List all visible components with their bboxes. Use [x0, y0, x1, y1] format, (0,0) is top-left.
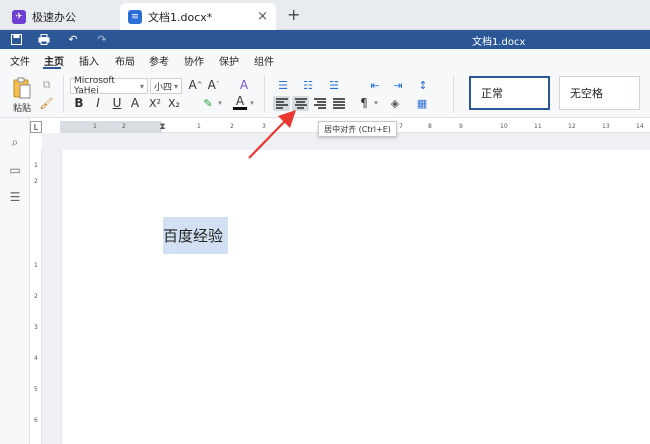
- ruler-tick-label: 8: [428, 123, 432, 130]
- ruler-tick-label: 1: [34, 262, 38, 269]
- comment-icon[interactable]: ▭: [8, 163, 22, 177]
- tab-document-label: 文档1.docx*: [148, 10, 213, 24]
- document-icon: ≡: [128, 9, 142, 24]
- underline-button[interactable]: U: [110, 96, 124, 110]
- ruler-tick-label: 13: [602, 123, 610, 130]
- justify-button[interactable]: [330, 96, 347, 111]
- chevron-down-icon: ▾: [173, 81, 178, 91]
- app-logo-icon: ✈: [12, 9, 26, 24]
- tab-app-home[interactable]: ✈ 极速办公: [4, 3, 120, 30]
- ruler-tick-label: 7: [399, 123, 403, 130]
- annotation-arrow-icon: [248, 110, 296, 159]
- paste-icon[interactable]: [11, 76, 33, 100]
- format-painter-icon[interactable]: 🖌: [40, 97, 54, 110]
- font-name-select[interactable]: Microsoft YaHei ▾: [70, 76, 148, 96]
- chevron-down-icon[interactable]: ▾: [216, 98, 224, 108]
- ruler-tick-label: 12: [568, 123, 576, 130]
- highlight-color-icon[interactable]: ✎: [200, 96, 216, 110]
- borders-icon[interactable]: ▦: [414, 96, 430, 110]
- style-no-spacing-label: 无空格: [570, 87, 603, 100]
- menu-reference[interactable]: 参考: [149, 53, 169, 68]
- save-icon[interactable]: [8, 32, 24, 47]
- chevron-down-icon[interactable]: ▾: [248, 98, 256, 108]
- paste-label: 粘贴: [12, 103, 31, 114]
- selected-text[interactable]: 百度经验: [163, 217, 228, 254]
- navigation-icon[interactable]: ☰: [8, 190, 22, 204]
- menu-layout[interactable]: 布局: [115, 53, 135, 68]
- font-name-value: Microsoft YaHei: [74, 76, 115, 96]
- chevron-down-icon: ▾: [139, 81, 144, 91]
- style-no-spacing[interactable]: 无空格: [559, 76, 640, 110]
- ruler-tick-label: 1: [197, 123, 201, 130]
- numbered-list-icon[interactable]: ☷: [298, 78, 318, 92]
- active-menu-indicator: [43, 67, 61, 69]
- font-size-value: 小四: [154, 82, 173, 93]
- clear-style-icon[interactable]: A: [237, 78, 251, 92]
- align-right-button[interactable]: [311, 96, 328, 111]
- search-icon[interactable]: ⌕: [8, 135, 22, 149]
- document-page[interactable]: [61, 150, 650, 444]
- ruler-tick-label: 9: [459, 123, 463, 130]
- shading-icon[interactable]: ◈: [387, 96, 403, 110]
- italic-button[interactable]: I: [91, 96, 105, 110]
- justify-icon: [332, 97, 346, 110]
- menu-home[interactable]: 主页: [44, 53, 64, 68]
- align-center-tooltip: 居中对齐 (Ctrl+E): [318, 121, 397, 137]
- decrease-indent-icon[interactable]: ⇤: [367, 78, 383, 92]
- ruler-tick-label: 10: [500, 123, 508, 130]
- ruler-tick-label: 2: [34, 293, 38, 300]
- left-tool-panel: ⌕ ▭ ☰: [0, 118, 30, 444]
- ruler-tick-label: 4: [34, 355, 38, 362]
- undo-icon[interactable]: ↶: [65, 32, 81, 47]
- paragraph-mark-button[interactable]: ¶: [357, 96, 371, 110]
- ruler-tick-label: 2: [122, 123, 126, 130]
- print-icon[interactable]: [36, 32, 52, 47]
- ruler-tick-label: 5: [34, 386, 38, 393]
- tab-document[interactable]: ≡ 文档1.docx* ×: [120, 3, 276, 30]
- menu-collaborate[interactable]: 协作: [184, 53, 204, 68]
- style-normal[interactable]: 正常: [469, 76, 550, 110]
- ribbon-divider: [453, 75, 454, 113]
- multilevel-list-icon[interactable]: ☱: [324, 78, 344, 92]
- ribbon-divider: [63, 75, 64, 113]
- tab-app-home-label: 极速办公: [32, 10, 76, 24]
- increase-indent-icon[interactable]: ⇥: [390, 78, 406, 92]
- align-right-icon: [313, 97, 327, 110]
- ruler-tick-label: 1: [34, 162, 38, 169]
- window-title: 文档1.docx: [472, 37, 526, 48]
- menu-insert[interactable]: 插入: [79, 53, 99, 68]
- ruler-margin-left: [60, 121, 162, 133]
- copy-icon[interactable]: ⧉: [40, 78, 53, 91]
- font-size-select[interactable]: 小四 ▾: [150, 78, 182, 94]
- style-normal-label: 正常: [481, 87, 503, 100]
- menu-protect[interactable]: 保护: [219, 53, 239, 68]
- grow-font-icon[interactable]: A ^: [188, 78, 203, 92]
- ruler-tick-label: 2: [34, 178, 38, 185]
- strikethrough-button[interactable]: A: [128, 96, 142, 110]
- menu-file[interactable]: 文件: [10, 53, 30, 68]
- superscript-button[interactable]: X²: [147, 96, 163, 110]
- shrink-font-icon[interactable]: Aˇ: [206, 78, 221, 92]
- subscript-button[interactable]: X₂: [166, 96, 182, 110]
- ruler-tick-label: 3: [34, 324, 38, 331]
- new-tab-icon[interactable]: +: [287, 5, 300, 24]
- ruler-tick-label: 14: [636, 123, 644, 130]
- quick-access-bar: ↶ ↷ 文档1.docx: [0, 30, 650, 49]
- menu-bar: 文件 主页 插入 布局 参考 协作 保护 组件: [0, 49, 650, 70]
- bold-button[interactable]: B: [72, 96, 86, 110]
- ruler-tick-label: 11: [534, 123, 542, 130]
- ruler-tick-label: 6: [34, 417, 38, 424]
- indent-marker-icon[interactable]: ⧗: [158, 119, 167, 134]
- redo-icon[interactable]: ↷: [94, 32, 110, 47]
- chevron-down-icon[interactable]: ▾: [372, 98, 380, 108]
- tab-stop-selector[interactable]: L: [30, 121, 42, 133]
- ruler-tick-label: 1: [93, 123, 97, 130]
- close-tab-icon[interactable]: ×: [257, 9, 268, 24]
- bullet-list-icon[interactable]: ☰: [273, 78, 293, 92]
- menu-components[interactable]: 组件: [254, 53, 274, 68]
- ruler-tick-label: 2: [230, 123, 234, 130]
- line-spacing-icon[interactable]: ↕: [413, 78, 433, 92]
